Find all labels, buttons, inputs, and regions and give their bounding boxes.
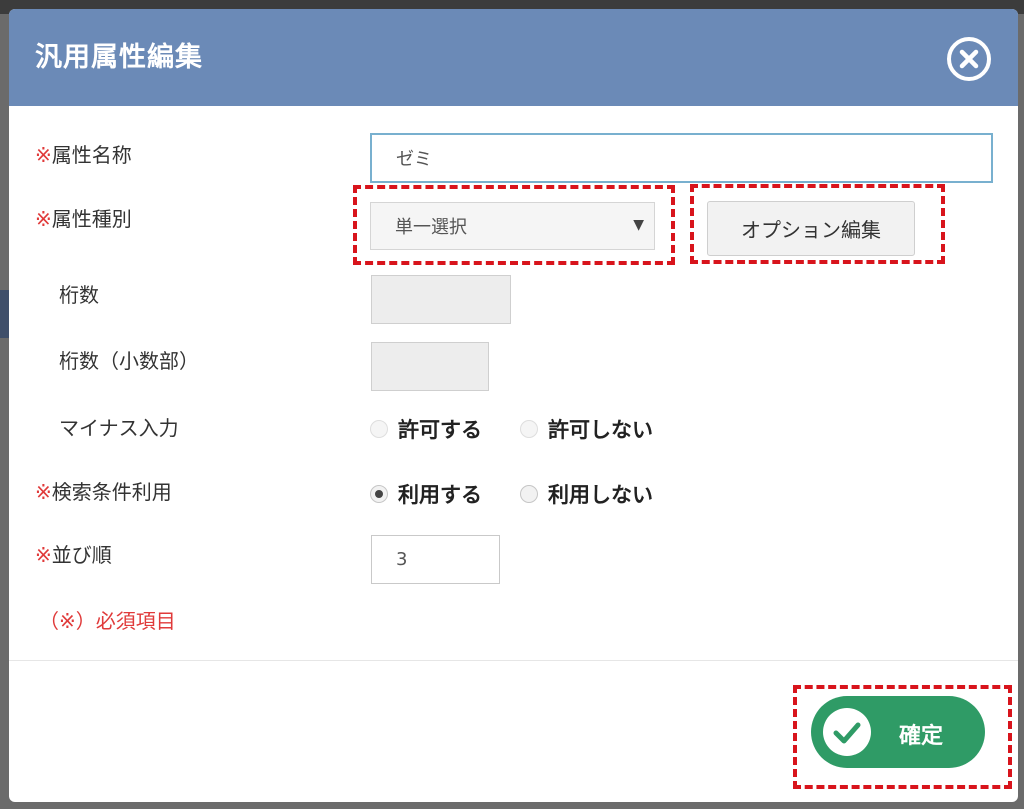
attribute-name-value: ゼミ xyxy=(396,149,432,170)
search-not-use-label: 利用しない xyxy=(548,483,653,507)
required-mark: ※ xyxy=(35,480,52,504)
radio-button[interactable] xyxy=(520,485,538,503)
confirm-label: 確定 xyxy=(899,724,944,749)
dropdown-arrow-icon: ▼ xyxy=(633,217,644,233)
search-use-option[interactable]: 利用する xyxy=(370,479,482,509)
confirm-button[interactable]: 確定 xyxy=(811,696,985,768)
attribute-edit-dialog: 汎用属性編集 ※属性名称 ゼミ ※属性種別 単一選択 ▼ オプション編集 桁数 … xyxy=(9,9,1018,802)
search-condition-label: ※検索条件利用 xyxy=(35,480,172,504)
radio-button[interactable] xyxy=(370,420,388,438)
decimal-digits-input xyxy=(371,342,489,391)
attribute-name-label: ※属性名称 xyxy=(35,143,132,167)
required-mark: ※ xyxy=(35,543,52,567)
attribute-type-select[interactable]: 単一選択 ▼ xyxy=(370,202,655,250)
minus-deny-option[interactable]: 許可しない xyxy=(520,414,653,444)
decimal-digits-label: 桁数（小数部） xyxy=(59,349,199,373)
radio-button[interactable] xyxy=(520,420,538,438)
required-mark: ※ xyxy=(35,143,52,167)
dialog-header: 汎用属性編集 xyxy=(9,9,1018,106)
minus-input-label: マイナス入力 xyxy=(59,416,179,440)
checkmark-icon xyxy=(833,722,861,744)
digits-input xyxy=(371,275,511,324)
dialog-title: 汎用属性編集 xyxy=(35,42,203,73)
footer-divider xyxy=(9,660,1018,661)
minus-allow-option[interactable]: 許可する xyxy=(370,414,482,444)
confirm-icon-circle xyxy=(823,708,871,756)
sort-order-input[interactable]: 3 xyxy=(371,535,500,584)
attribute-type-label: ※属性種別 xyxy=(35,207,132,231)
attribute-type-selected: 単一選択 xyxy=(395,217,467,238)
attribute-name-input[interactable]: ゼミ xyxy=(370,133,993,183)
required-note: （※）必須項目 xyxy=(39,609,176,633)
radio-button-checked[interactable] xyxy=(370,485,388,503)
search-not-use-option[interactable]: 利用しない xyxy=(520,479,653,509)
required-mark: ※ xyxy=(35,207,52,231)
minus-deny-label: 許可しない xyxy=(548,418,653,442)
digits-label: 桁数 xyxy=(59,283,99,307)
close-circle-icon xyxy=(947,37,991,81)
sort-order-label: ※並び順 xyxy=(35,543,112,567)
option-edit-button[interactable]: オプション編集 xyxy=(707,201,915,256)
close-button[interactable] xyxy=(946,36,992,82)
search-use-label: 利用する xyxy=(398,483,482,507)
sort-order-value: 3 xyxy=(396,549,408,570)
minus-allow-label: 許可する xyxy=(398,418,482,442)
